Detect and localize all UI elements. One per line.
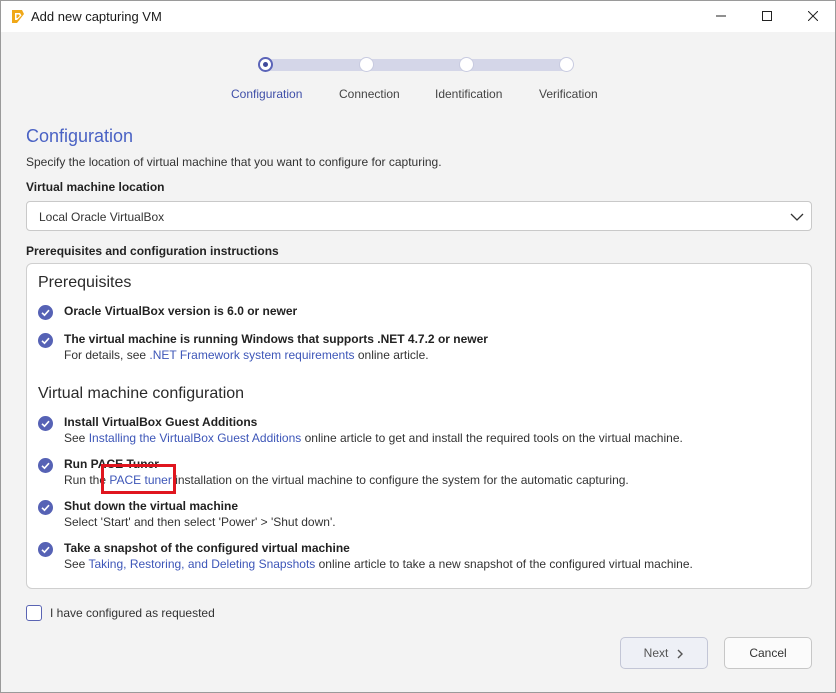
desc-text: installation on the virtual machine to c… <box>171 473 629 487</box>
close-icon <box>807 10 819 24</box>
config-item-desc: See Taking, Restoring, and Deleting Snap… <box>64 557 693 571</box>
config-item-title: Shut down the virtual machine <box>64 499 239 513</box>
step-label-connection[interactable]: Connection <box>339 87 400 101</box>
next-label: Next <box>643 646 669 660</box>
chevron-right-icon <box>676 648 684 659</box>
config-item-desc: Select 'Start' and then select 'Power' >… <box>64 515 336 529</box>
confirm-label[interactable]: I have configured as requested <box>50 606 215 620</box>
dialog-window: Add new capturing VM Configuration Conne… <box>0 0 836 693</box>
prerequisites-heading: Prerequisites <box>38 274 132 291</box>
check-circle-icon <box>38 416 53 431</box>
maximize-icon <box>762 10 772 24</box>
guest-additions-link[interactable]: Installing the VirtualBox Guest Addition… <box>89 431 302 445</box>
desc-text: See <box>64 557 89 571</box>
instructions-label: Prerequisites and configuration instruct… <box>26 244 279 258</box>
minimize-button[interactable] <box>698 1 744 32</box>
vm-config-heading: Virtual machine configuration <box>38 385 245 402</box>
check-circle-icon <box>38 542 53 557</box>
config-item-desc: See Installing the VirtualBox Guest Addi… <box>64 431 683 445</box>
prereq-item-title: Oracle VirtualBox version is 6.0 or newe… <box>64 304 298 318</box>
check-circle-icon <box>38 333 53 348</box>
pace-logo-icon <box>10 9 25 24</box>
step-label-identification[interactable]: Identification <box>435 87 502 101</box>
check-circle-icon <box>38 305 53 320</box>
desc-text: See <box>64 431 89 445</box>
step-dot-verification <box>559 57 574 72</box>
close-button[interactable] <box>790 1 836 32</box>
next-button[interactable]: Next <box>620 637 708 669</box>
step-label-verification[interactable]: Verification <box>539 87 598 101</box>
cancel-button[interactable]: Cancel <box>724 637 812 669</box>
location-label: Virtual machine location <box>26 180 165 194</box>
config-item-title: Take a snapshot of the configured virtua… <box>64 541 350 555</box>
minimize-icon <box>716 10 726 24</box>
prereq-item-desc: For details, see .NET Framework system r… <box>64 348 429 362</box>
chevron-down-icon <box>789 209 805 225</box>
window-title: Add new capturing VM <box>31 9 162 24</box>
title-bar: Add new capturing VM <box>1 1 835 32</box>
check-circle-icon <box>38 458 53 473</box>
desc-text: online article. <box>354 348 429 362</box>
step-dot-configuration <box>258 57 273 72</box>
page-description: Specify the location of virtual machine … <box>26 155 442 169</box>
desc-text: online article to get and install the re… <box>301 431 683 445</box>
prereq-item-title: The virtual machine is running Windows t… <box>64 332 488 346</box>
net-requirements-link[interactable]: .NET Framework system requirements <box>149 348 354 362</box>
highlight-annotation <box>101 464 176 494</box>
maximize-button[interactable] <box>744 1 790 32</box>
step-dot-identification <box>459 57 474 72</box>
step-dot-connection <box>359 57 374 72</box>
config-item-title: Install VirtualBox Guest Additions <box>64 415 258 429</box>
step-label-configuration[interactable]: Configuration <box>231 87 302 101</box>
snapshots-link[interactable]: Taking, Restoring, and Deleting Snapshot… <box>88 557 315 571</box>
instructions-panel: Prerequisites Oracle VirtualBox version … <box>26 263 812 589</box>
page-title: Configuration <box>26 126 134 146</box>
confirm-checkbox[interactable] <box>26 605 42 621</box>
vm-location-value: Local Oracle VirtualBox <box>39 210 165 224</box>
vm-location-select[interactable]: Local Oracle VirtualBox <box>26 201 812 231</box>
desc-text: online article to take a new snapshot of… <box>315 557 693 571</box>
check-circle-icon <box>38 500 53 515</box>
desc-text: For details, see <box>64 348 150 362</box>
stepper-track <box>263 59 569 71</box>
